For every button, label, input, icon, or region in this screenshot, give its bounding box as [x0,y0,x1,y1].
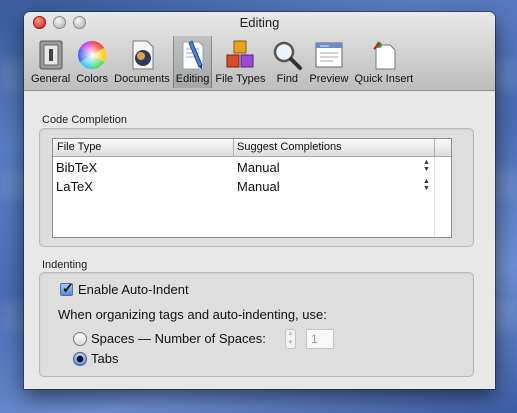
code-completion-title: Code Completion [42,114,127,126]
switch-icon [39,40,63,70]
auto-indent-checkbox[interactable]: ✓ [60,280,74,296]
popup-arrows-icon[interactable]: ▲ ▼ [423,159,430,173]
tab-general[interactable]: General [28,36,73,88]
tab-colors-label: Colors [76,73,109,85]
popup-arrows-icon[interactable]: ▲ ▼ [423,178,430,192]
indenting-title: Indenting [42,259,88,271]
tab-editing[interactable]: Editing [172,36,213,88]
tab-quick-insert[interactable]: Quick Insert [351,36,416,88]
tab-general-label: General [31,73,71,85]
tab-preview[interactable]: www Preview [306,36,351,88]
table-row[interactable]: LaTeX Manual ▲ ▼ [53,177,451,196]
file-type-cell: LaTeX [56,179,93,194]
spaces-stepper[interactable]: ▲ ▼ [285,329,296,349]
preferences-content: Code Completion File Type Suggest Comple… [24,91,495,389]
table-header: File Type Suggest Completions [53,139,451,157]
tab-file-types-label: File Types [215,73,266,85]
tabs-label[interactable]: Tabs [91,351,118,366]
column-file-type[interactable]: File Type [57,141,101,153]
spaces-label[interactable]: Spaces — Number of Spaces: [91,331,266,346]
blocks-icon [226,40,254,68]
web-page-icon: www [315,42,343,68]
tabs-radio[interactable] [73,352,87,366]
tab-file-types[interactable]: File Types [212,36,268,88]
titlebar: Editing General Colors Documents Editing… [24,12,495,91]
auto-indent-label[interactable]: Enable Auto-Indent [78,282,189,297]
insert-document-icon [373,41,396,70]
spaces-count-field[interactable]: 1 [306,329,334,349]
column-suggest-completions[interactable]: Suggest Completions [237,141,342,153]
indent-use-label: When organizing tags and auto-indenting,… [58,307,327,322]
indenting-group: ✓ Enable Auto-Indent When organizing tag… [39,272,474,377]
svg-text:www: www [320,43,329,48]
tab-editing-label: Editing [175,73,210,85]
tab-documents[interactable]: Documents [111,36,173,88]
checkmark-icon: ✓ [62,280,74,296]
file-type-cell: BibTeX [56,160,98,175]
tab-quick-insert-label: Quick Insert [354,73,414,85]
suggest-popup[interactable]: Manual [237,179,280,194]
code-completion-group: File Type Suggest Completions BibTeX Man… [39,128,474,247]
tab-find[interactable]: Find [268,36,306,88]
spaces-radio[interactable] [73,332,87,346]
magnifier-icon [274,41,303,70]
tab-preview-label: Preview [309,73,349,85]
preferences-toolbar: General Colors Documents Editing File Ty… [28,36,416,88]
document-icon [132,40,154,70]
pencil-paper-icon [182,40,204,70]
tab-colors[interactable]: Colors [73,36,111,88]
color-wheel-icon [78,41,107,69]
suggest-popup[interactable]: Manual [237,160,280,175]
tab-documents-label: Documents [114,73,170,85]
preferences-window: Editing General Colors Documents Editing… [24,12,495,389]
window-title: Editing [239,15,280,30]
table-row[interactable]: BibTeX Manual ▲ ▼ [53,158,451,177]
completion-table: File Type Suggest Completions BibTeX Man… [52,138,452,238]
tab-find-label: Find [276,73,299,85]
